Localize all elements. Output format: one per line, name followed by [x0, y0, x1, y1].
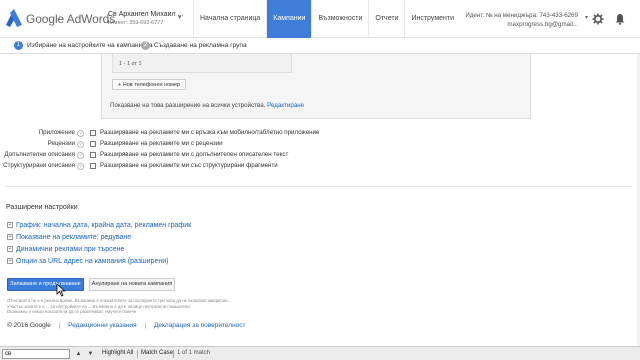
chevron-down-icon[interactable]: ▾	[585, 14, 588, 21]
help-icon[interactable]: ?	[77, 140, 84, 148]
footer-separator: |	[144, 322, 147, 329]
find-bar: св ▲ ▼ Highlight All Match Case 1 of 1 m…	[0, 346, 640, 360]
extension-row-reviews: Рецензии ? Разширяване на рекламите ми с…	[0, 139, 640, 149]
gear-icon[interactable]	[592, 13, 604, 25]
manager-account[interactable]: Идент. № на мениджъра: 743-433-6269 maxp…	[465, 12, 578, 28]
mouse-cursor-icon	[56, 284, 66, 297]
add-phone-number-button[interactable]: + Нов телефонен номер	[112, 79, 187, 90]
advanced-item-url-options[interactable]: + Опции за URL адрес на кампания (разшир…	[7, 256, 168, 266]
copyright: © 2016 Google	[7, 322, 51, 329]
app-extension-checkbox[interactable]	[90, 129, 96, 136]
advanced-link[interactable]: Опции за URL адрес на кампания (разширен…	[16, 258, 168, 265]
extension-text: Разширяване на рекламите ми със структур…	[100, 162, 278, 169]
expand-icon: +	[7, 222, 13, 228]
step-1-label: Избиране на настройките на кампанията	[27, 42, 153, 49]
advanced-link[interactable]: График: начална дата, крайна дата, рекла…	[16, 222, 191, 229]
step-2-number: 2	[141, 41, 150, 50]
cancel-campaign-button[interactable]: Анулиране на новата кампания	[89, 278, 175, 291]
privacy-policy-link[interactable]: Декларация за поверителност	[154, 322, 246, 329]
nav-reports[interactable]: Отчети	[368, 0, 404, 38]
extension-row-callouts: Допълнителни описания ? Разширяване на р…	[0, 150, 640, 160]
reviews-extension-checkbox[interactable]	[90, 140, 96, 147]
nav-campaigns[interactable]: Кампании	[266, 0, 312, 38]
extension-row-app: Приложение ? Разширяване на рекламите ми…	[0, 128, 640, 138]
adwords-logo-icon[interactable]	[6, 9, 22, 27]
step-2-label: Създаване на рекламна група	[154, 42, 247, 49]
nav-opportunities[interactable]: Възможности	[311, 0, 368, 38]
advanced-link[interactable]: Динамични реклами при търсене	[16, 246, 124, 253]
step-1-number: 1	[14, 41, 23, 50]
callout-extension-checkbox[interactable]	[90, 151, 96, 158]
extension-text: Разширяване на рекламите ми с връзка към…	[100, 129, 320, 136]
extension-label: Структурирани описания	[3, 162, 75, 169]
nav-tools[interactable]: Инструменти	[404, 0, 460, 38]
match-case-toggle[interactable]: Match Case	[141, 350, 173, 356]
expand-icon: +	[7, 234, 13, 240]
device-setting-label: Показване на това разширение на всички у…	[110, 102, 266, 109]
extension-text: Разширяване на рекламите ми с рецензии	[100, 140, 223, 147]
find-next-icon[interactable]: ▼	[85, 349, 96, 359]
manager-email: maxprogress.bg@gmail...	[507, 21, 578, 28]
phone-table: 1 - 1 от 1	[112, 54, 292, 73]
chevron-down-icon[interactable]: ▾	[178, 13, 182, 21]
section-divider	[6, 186, 632, 187]
find-input[interactable]: св	[2, 349, 70, 359]
nav-home[interactable]: Начална страница	[193, 0, 266, 38]
device-setting-text: Показване на това разширение на всички у…	[110, 102, 304, 109]
save-and-continue-button[interactable]: Запазване и продължаване	[7, 278, 84, 291]
extension-row-snippets: Структурирани описания ? Разширяване на …	[0, 161, 640, 171]
find-previous-icon[interactable]: ▲	[73, 349, 84, 359]
account-switcher[interactable]: Св Архангел Михаил ... Клиент: 359-693-6…	[108, 11, 188, 26]
page-footer: © 2016 Google | Редакционни указания | Д…	[7, 322, 246, 329]
advanced-item-dsa[interactable]: + Динамични реклами при търсене	[7, 244, 124, 254]
editorial-guidelines-link[interactable]: Редакционни указания	[68, 322, 136, 329]
disclaimer-line: Възможно е някои показатели да се различ…	[7, 309, 137, 315]
find-separator	[173, 350, 174, 358]
help-icon[interactable]: ?	[77, 129, 84, 137]
find-match-count: 1 of 1 match	[177, 350, 211, 356]
campaign-steps: 1 Избиране на настройките на кампанията …	[0, 38, 640, 54]
advanced-link[interactable]: Показване на рекламите: редуване	[16, 234, 131, 241]
extension-label: Рецензии	[47, 140, 75, 147]
snippet-extension-checkbox[interactable]	[90, 162, 96, 169]
brand-title[interactable]: Google AdWords	[26, 12, 115, 26]
bell-icon[interactable]	[614, 13, 626, 25]
expand-icon: +	[7, 258, 13, 264]
extension-label: Приложение	[38, 129, 75, 136]
highlight-all-toggle[interactable]: Highlight All	[102, 350, 133, 356]
table-pager: 1 - 1 от 1	[119, 61, 142, 67]
advanced-item-rotation[interactable]: + Показване на рекламите: редуване	[7, 232, 131, 242]
main-nav: Начална страница Кампании Възможности От…	[193, 0, 460, 38]
extension-text: Разширяване на рекламите ми с допълнител…	[100, 151, 289, 158]
account-name: Св Архангел Михаил ...	[108, 11, 184, 18]
extension-label: Допълнителни описания	[4, 151, 75, 158]
call-extension-box: 1 - 1 от 1 + Нов телефонен номер Показва…	[101, 54, 531, 119]
advanced-item-schedule[interactable]: + График: начална дата, крайна дата, рек…	[7, 220, 191, 230]
step-1[interactable]: 1 Избиране на настройките на кампанията	[14, 41, 153, 50]
manager-id: Идент. № на мениджъра: 743-433-6269	[465, 12, 578, 19]
reporting-disclaimer: Отчитането не е в реално време. Възможно…	[7, 298, 337, 315]
account-id: Клиент: 359-693-6777	[108, 20, 164, 26]
top-bar: Google AdWords Св Архангел Михаил ... Кл…	[0, 0, 640, 38]
step-2[interactable]: 2 Създаване на рекламна група	[141, 41, 247, 50]
expand-icon: +	[7, 246, 13, 252]
find-separator	[137, 350, 138, 358]
advanced-settings-title: Разширени настройки	[6, 204, 78, 211]
edit-link[interactable]: Редактиране	[267, 102, 304, 109]
help-icon[interactable]: ?	[77, 162, 84, 170]
help-icon[interactable]: ?	[77, 151, 84, 159]
footer-separator: |	[58, 322, 61, 329]
